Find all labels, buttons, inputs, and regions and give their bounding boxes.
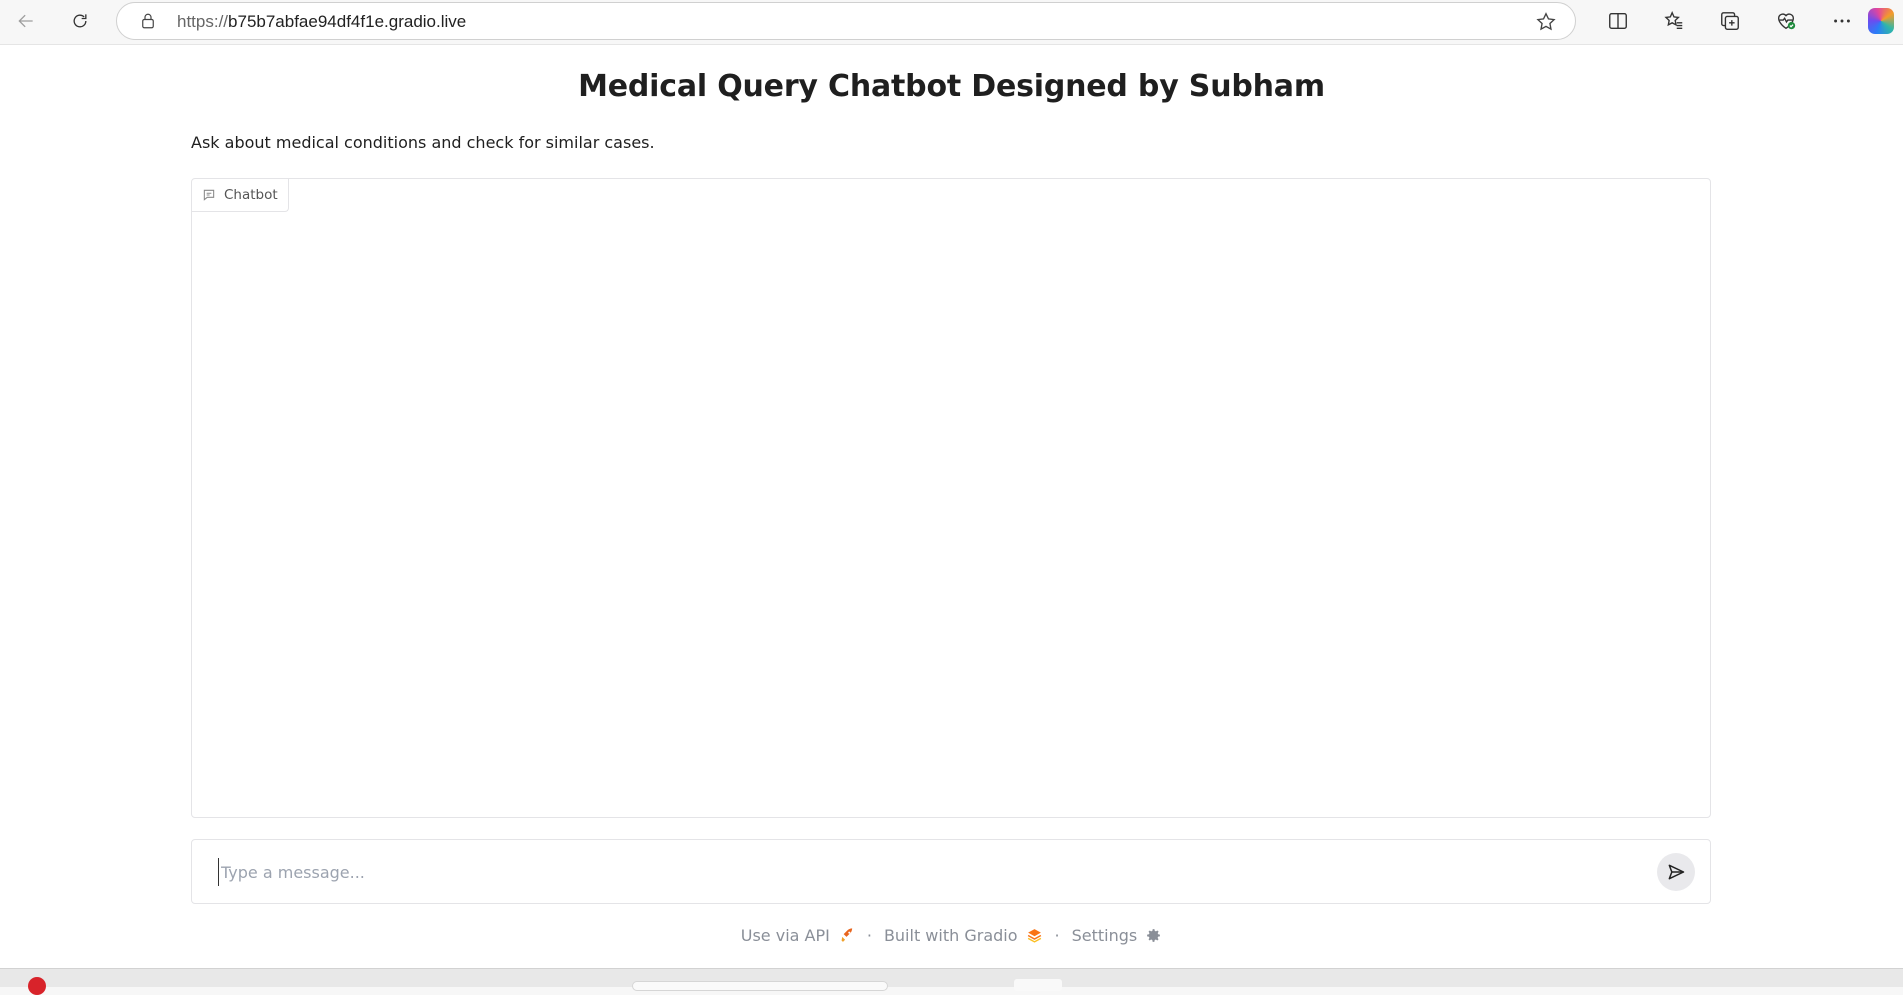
gradio-logo-icon xyxy=(1027,928,1041,943)
footer-separator: · xyxy=(866,925,872,945)
message-input-panel xyxy=(191,839,1711,904)
split-screen-button[interactable] xyxy=(1590,3,1646,39)
footer-separator: · xyxy=(1054,925,1060,945)
gear-icon xyxy=(1147,928,1161,942)
refresh-icon xyxy=(73,14,87,28)
url-host: b75b7abfae94df4f1e.gradio.live xyxy=(228,12,467,31)
gradio-app: Medical Query Chatbot Designed by Subham… xyxy=(0,44,1903,968)
settings-link[interactable]: Settings xyxy=(1072,926,1163,945)
copilot-icon[interactable] xyxy=(1868,8,1894,34)
send-icon xyxy=(1668,864,1685,880)
built-with-gradio-label: Built with Gradio xyxy=(883,925,1018,945)
ellipsis-icon xyxy=(1834,19,1850,23)
chatbot-label: Chatbot xyxy=(192,179,289,212)
settings-label: Settings xyxy=(1071,925,1138,945)
use-via-api-link[interactable]: Use via API xyxy=(741,926,855,945)
chatbot-label-text: Chatbot xyxy=(224,187,278,203)
use-via-api-label: Use via API xyxy=(740,925,830,945)
reload-button[interactable] xyxy=(62,3,98,39)
url-text[interactable]: https://b75b7abfae94df4f1e.gradio.live xyxy=(177,12,466,32)
heart-pulse-icon xyxy=(1777,13,1796,30)
url-scheme: https:// xyxy=(177,12,229,31)
split-screen-icon xyxy=(1609,12,1627,30)
favorites-icon xyxy=(1664,11,1683,30)
back-button[interactable] xyxy=(8,3,44,39)
collections-button[interactable] xyxy=(1702,3,1758,39)
browser-toolbar: https://b75b7abfae94df4f1e.gradio.live xyxy=(0,0,1903,42)
built-with-gradio-link[interactable]: Built with Gradio xyxy=(884,926,1043,945)
message-input[interactable] xyxy=(218,858,1618,886)
browser-actions xyxy=(1590,3,1870,39)
chatbot-panel: Chatbot xyxy=(191,178,1711,818)
chat-bubble-icon xyxy=(203,189,215,201)
star-icon[interactable] xyxy=(1535,11,1557,33)
more-menu-button[interactable] xyxy=(1814,3,1870,39)
taskbar-app-icon[interactable] xyxy=(28,977,46,995)
taskbar-item[interactable] xyxy=(1014,979,1062,991)
page-description: Ask about medical conditions and check f… xyxy=(191,133,655,152)
address-bar[interactable]: https://b75b7abfae94df4f1e.gradio.live xyxy=(116,2,1576,40)
footer: Use via API · Built with Gradio · Settin… xyxy=(0,923,1903,947)
taskbar xyxy=(0,968,1903,995)
lock-icon[interactable] xyxy=(139,12,157,30)
favorites-button[interactable] xyxy=(1646,3,1702,39)
send-button[interactable] xyxy=(1657,853,1695,891)
arrow-left-icon xyxy=(18,14,33,28)
browser-essentials-button[interactable] xyxy=(1758,3,1814,39)
page-title: Medical Query Chatbot Designed by Subham xyxy=(578,69,1325,104)
collections-icon xyxy=(1721,12,1739,30)
rocket-icon xyxy=(841,927,853,942)
taskbar-search[interactable] xyxy=(632,981,888,991)
